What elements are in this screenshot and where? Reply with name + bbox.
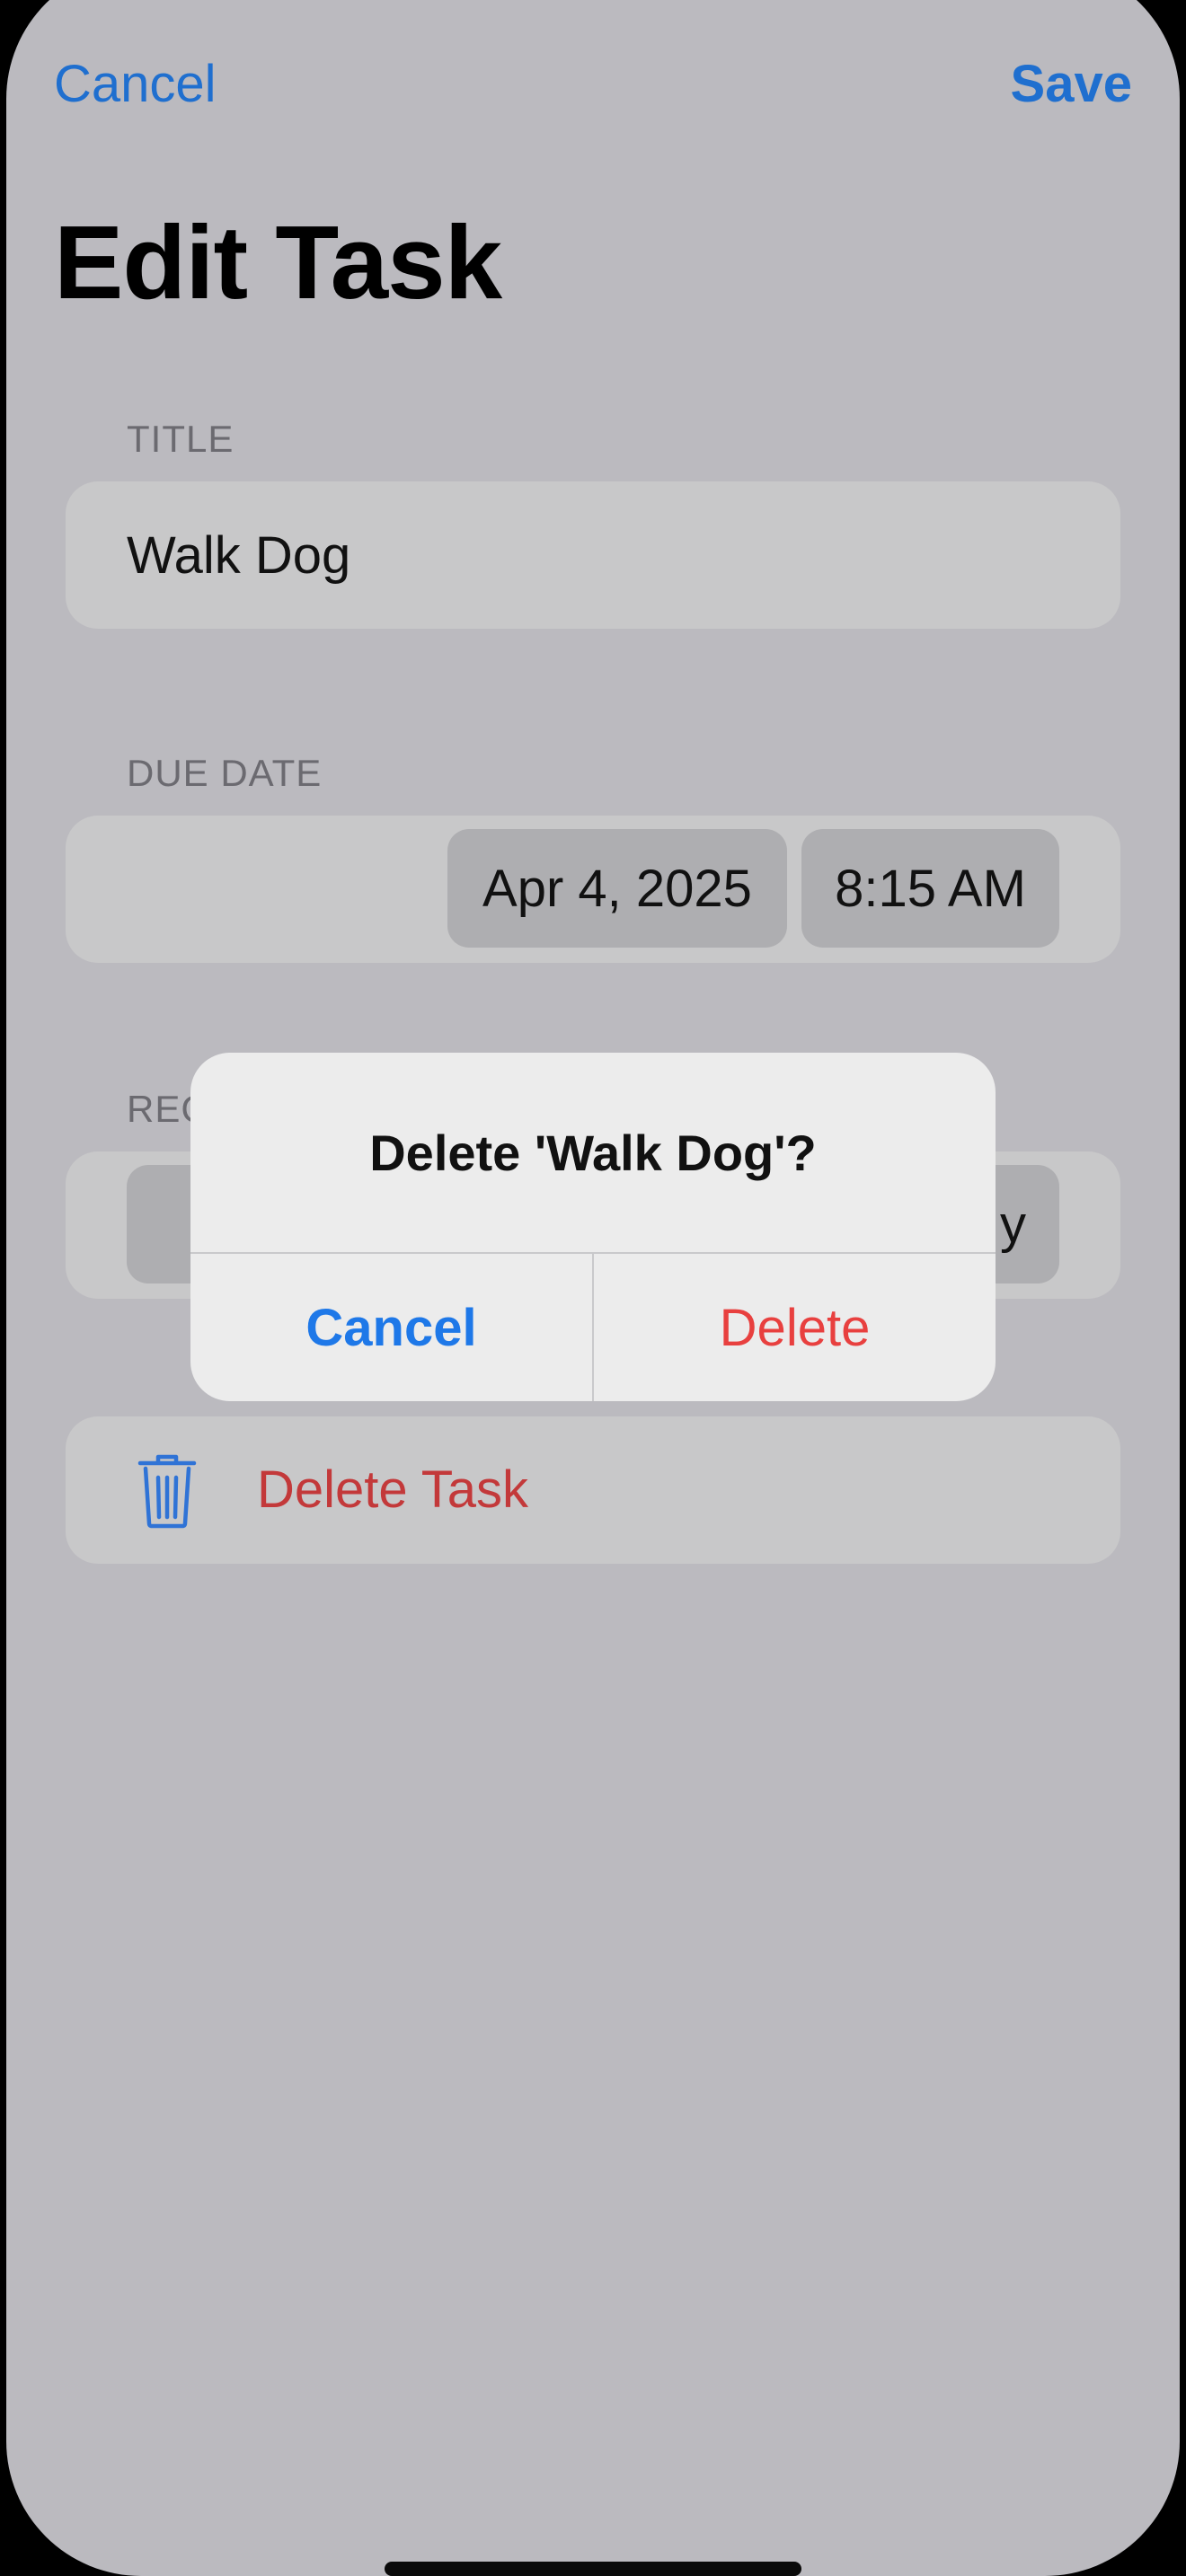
page-title: Edit Task (54, 204, 502, 321)
alert-title: Delete 'Walk Dog'? (369, 1124, 817, 1181)
alert-cancel-button[interactable]: Cancel (190, 1254, 592, 1401)
due-date-section-header: DUE DATE (127, 752, 323, 794)
cancel-button[interactable]: Cancel (54, 54, 217, 114)
due-date-card: Apr 4, 2025 8:15 AM (66, 816, 1120, 963)
save-button[interactable]: Save (1011, 54, 1132, 114)
delete-task-button[interactable]: Delete Task (66, 1416, 1120, 1564)
alert-delete-button[interactable]: Delete (594, 1254, 996, 1401)
edit-task-screen: Cancel Save Edit Task TITLE DUE DATE Apr… (6, 0, 1180, 2576)
screen: Cancel Save Edit Task TITLE DUE DATE Apr… (6, 0, 1180, 2576)
due-date-picker[interactable]: Apr 4, 2025 (447, 829, 787, 948)
trash-icon (137, 1454, 197, 1529)
delete-confirmation-alert: Delete 'Walk Dog'? Cancel Delete (190, 1053, 996, 1401)
title-card (66, 481, 1120, 629)
home-indicator[interactable] (385, 2562, 801, 2576)
delete-task-label: Delete Task (257, 1460, 528, 1519)
due-time-picker[interactable]: 8:15 AM (801, 829, 1059, 948)
recurrence-picker-value: y (1000, 1195, 1026, 1254)
title-field[interactable] (127, 481, 1061, 629)
title-section-header: TITLE (127, 418, 235, 460)
device-frame: Cancel Save Edit Task TITLE DUE DATE Apr… (0, 0, 1186, 2576)
